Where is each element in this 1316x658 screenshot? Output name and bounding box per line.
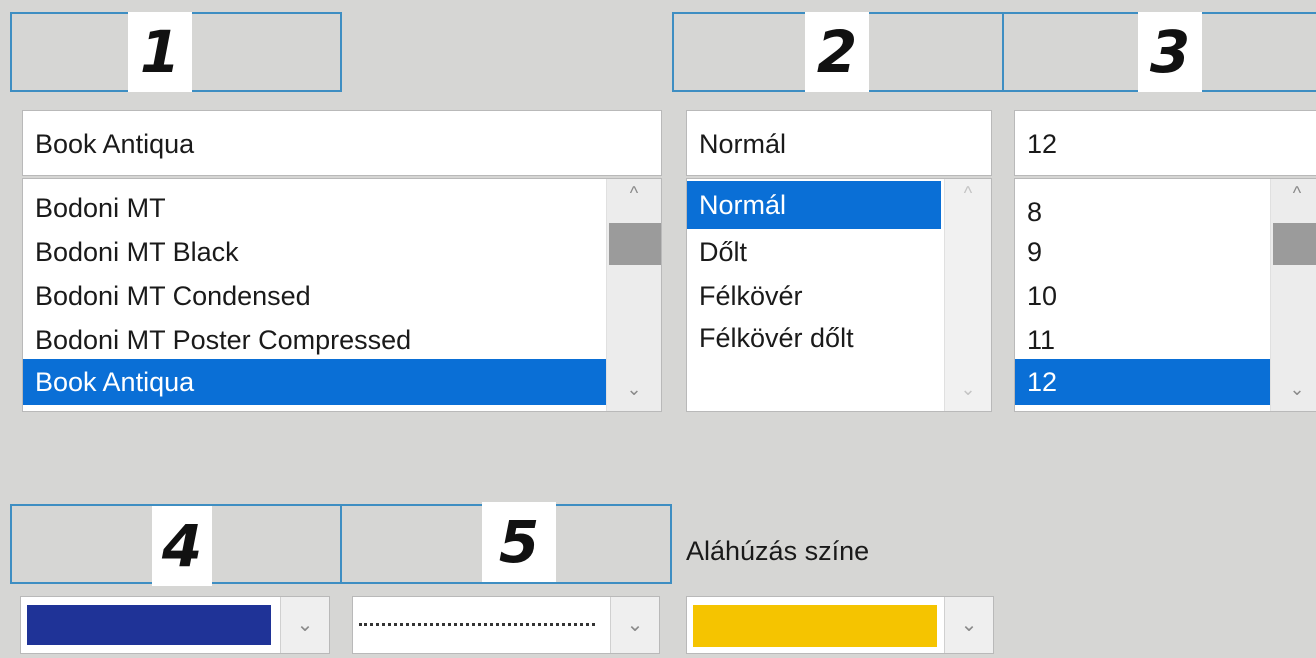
list-item-selected[interactable]: Book Antiqua	[23, 359, 607, 405]
scrollbar-thumb[interactable]	[1273, 223, 1316, 265]
font-list[interactable]: Bodoni MT Bodoni MT Black Bodoni MT Cond…	[22, 178, 662, 412]
list-item[interactable]: Bodoni MT Condensed	[23, 273, 607, 319]
dotted-line-preview	[359, 623, 595, 626]
font-name-input[interactable]: Book Antiqua	[22, 110, 662, 176]
font-style-scrollbar[interactable]: ^ ⌄	[944, 179, 991, 411]
chevron-up-icon[interactable]: ^	[1271, 183, 1316, 203]
underline-style-number-label: 5	[482, 502, 556, 582]
list-item[interactable]: Bodoni MT Poster Compressed	[23, 317, 607, 363]
chevron-down-icon[interactable]: ⌄	[944, 597, 993, 653]
font-size-input[interactable]: 12	[1014, 110, 1316, 176]
chevron-down-icon[interactable]: ⌄	[610, 597, 659, 653]
font-color-swatch	[27, 605, 271, 645]
font-style-input[interactable]: Normál	[686, 110, 992, 176]
list-item[interactable]: Bodoni MT	[23, 185, 607, 231]
list-item-selected[interactable]: Normál	[687, 181, 941, 229]
list-item[interactable]: Bodoni MT Black	[23, 229, 607, 275]
chevron-down-icon[interactable]: ⌄	[1271, 379, 1316, 399]
font-style-list[interactable]: Normál Dőlt Félkövér Félkövér dőlt ^ ⌄	[686, 178, 992, 412]
chevron-up-icon[interactable]: ^	[607, 183, 661, 203]
underline-color-label: Aláhúzás színe	[686, 536, 870, 566]
list-item[interactable]: Dőlt	[687, 229, 941, 275]
underline-style-dropdown[interactable]: ⌄	[352, 596, 660, 654]
font-size-list[interactable]: 8 9 10 11 12 ^ ⌄	[1014, 178, 1316, 412]
scrollbar-thumb[interactable]	[609, 223, 661, 265]
font-color-dropdown[interactable]: ⌄	[20, 596, 330, 654]
style-number-label: 2	[805, 12, 869, 92]
chevron-down-icon[interactable]: ⌄	[280, 597, 329, 653]
list-item[interactable]: Félkövér dőlt	[687, 315, 941, 361]
font-color-number-label: 4	[152, 506, 212, 586]
list-item[interactable]: Félkövér	[687, 273, 941, 319]
font-size-scrollbar[interactable]: ^ ⌄	[1270, 179, 1316, 411]
list-item[interactable]: 9	[1015, 229, 1271, 275]
font-list-scrollbar[interactable]: ^ ⌄	[606, 179, 661, 411]
list-item-selected[interactable]: 12	[1015, 359, 1271, 405]
underline-color-dropdown[interactable]: ⌄	[686, 596, 994, 654]
underline-color-swatch	[693, 605, 937, 647]
chevron-up-icon[interactable]: ^	[945, 183, 991, 203]
font-number-label: 1	[128, 12, 192, 92]
chevron-down-icon[interactable]: ⌄	[945, 379, 991, 399]
list-item[interactable]: 11	[1015, 317, 1271, 363]
size-number-label: 3	[1138, 12, 1202, 92]
chevron-down-icon[interactable]: ⌄	[607, 379, 661, 399]
list-item[interactable]: 10	[1015, 273, 1271, 319]
